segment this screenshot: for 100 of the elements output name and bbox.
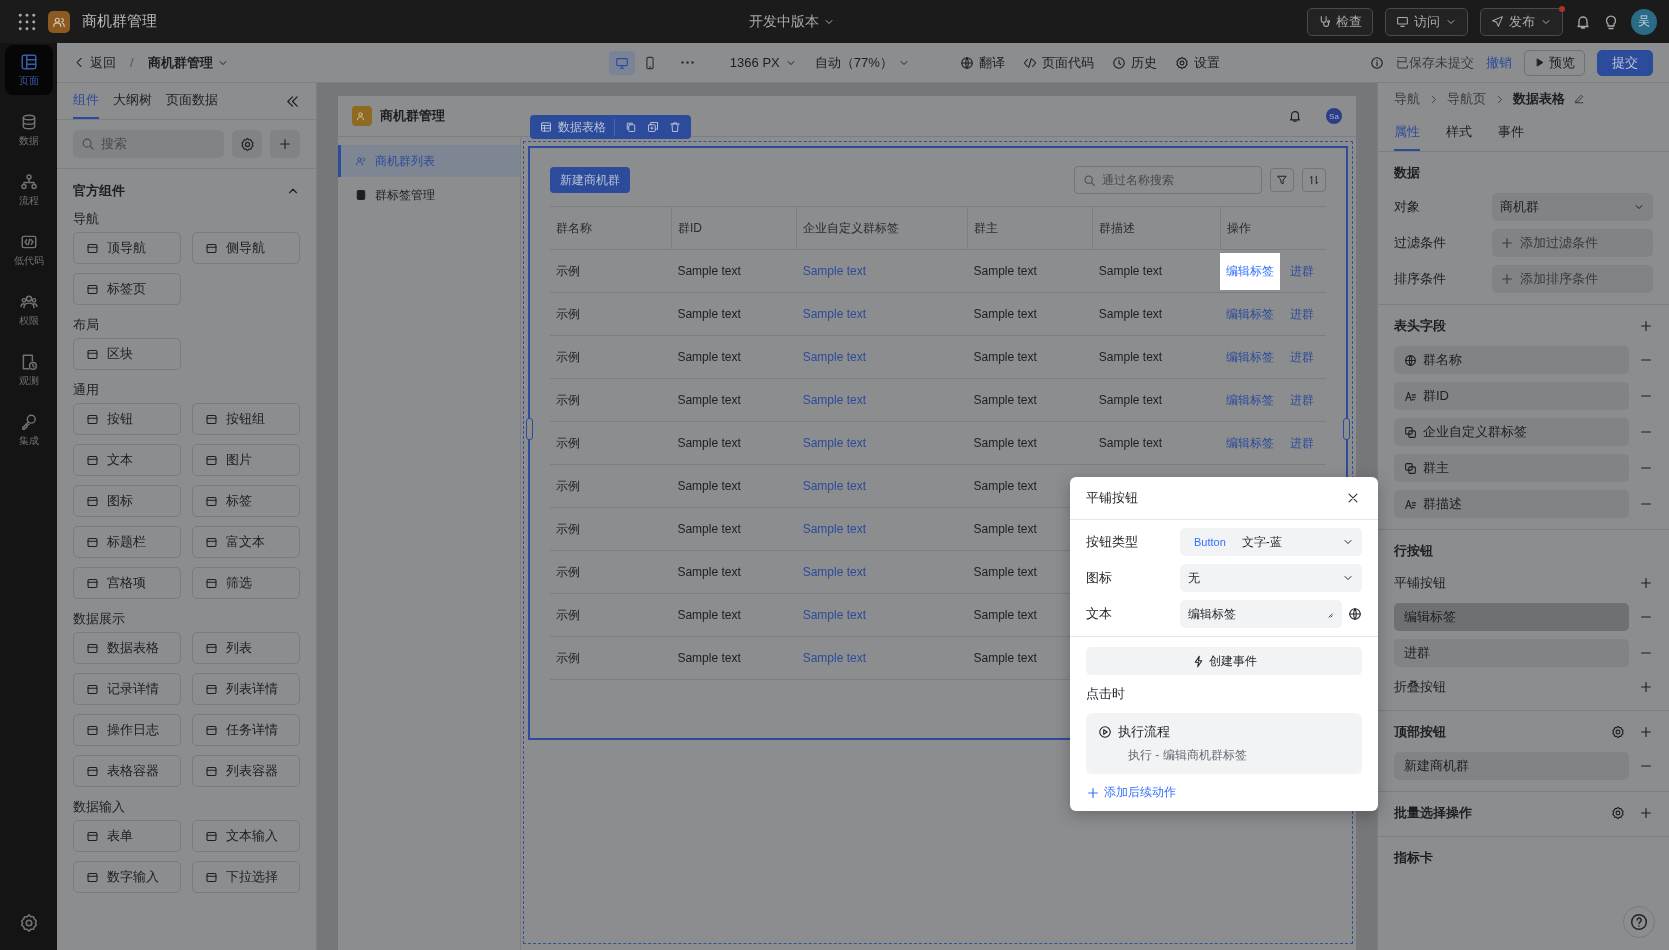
help-button[interactable] — [1623, 906, 1655, 938]
field-item[interactable]: 群描述 — [1394, 490, 1629, 518]
add-condition-button[interactable]: 添加排序条件 — [1492, 265, 1653, 293]
breadcrumb-link[interactable]: 导航页 — [1447, 90, 1486, 108]
resize-handle[interactable] — [1343, 418, 1350, 440]
create-event-button[interactable]: 创建事件 — [1086, 647, 1362, 675]
component-item[interactable]: 按钮 — [73, 403, 181, 435]
tag-link[interactable]: Sample text — [802, 522, 867, 536]
rail-item[interactable]: 观测 — [4, 345, 53, 395]
tag-link[interactable]: Sample text — [802, 651, 867, 665]
component-item[interactable]: 图片 — [192, 444, 300, 476]
row-action-link[interactable]: 编辑标签 — [1220, 381, 1280, 419]
button-item[interactable]: 进群 — [1394, 639, 1629, 667]
tag-link[interactable]: Sample text — [802, 264, 867, 278]
topbar-button[interactable]: 检查 — [1307, 7, 1373, 36]
select-field[interactable]: 无 — [1180, 564, 1362, 592]
property-tab[interactable]: 事件 — [1498, 115, 1524, 151]
component-item[interactable]: 图标 — [73, 485, 181, 517]
rail-item[interactable]: 权限 — [4, 285, 53, 335]
toolbar-action[interactable]: 翻译 — [959, 53, 1005, 72]
add-condition-button[interactable]: 添加过滤条件 — [1492, 229, 1653, 257]
component-item[interactable]: 记录详情 — [73, 673, 181, 705]
rail-item[interactable]: 流程 — [4, 165, 53, 215]
component-item[interactable]: 富文本 — [192, 526, 300, 558]
row-action-link[interactable]: 编辑标签 — [1220, 252, 1280, 290]
user-avatar[interactable]: Sa — [1326, 108, 1342, 124]
property-tab[interactable]: 样式 — [1446, 115, 1472, 151]
component-item[interactable]: 宫格项 — [73, 567, 181, 599]
component-item[interactable]: 表格容器 — [73, 755, 181, 787]
filter-button[interactable] — [1270, 168, 1294, 192]
tag-link[interactable]: Sample text — [802, 350, 867, 364]
object-select[interactable]: 商机群 — [1492, 193, 1653, 221]
component-item[interactable]: 操作日志 — [73, 714, 181, 746]
component-item[interactable]: 列表详情 — [192, 673, 300, 705]
nav-item[interactable]: 群标签管理 — [338, 179, 520, 211]
select-field[interactable]: Button 文字-蓝 — [1180, 528, 1362, 556]
page-selector[interactable]: 商机群管理 — [147, 53, 229, 72]
component-item[interactable]: 列表容器 — [192, 755, 300, 787]
property-tab[interactable]: 属性 — [1394, 115, 1420, 151]
component-item[interactable]: 标题栏 — [73, 526, 181, 558]
topbar-button[interactable]: 发布 — [1480, 7, 1563, 36]
row-action-link[interactable]: 进群 — [1284, 295, 1320, 333]
preview-button[interactable]: 预览 — [1524, 49, 1585, 76]
field-item[interactable]: 群ID — [1394, 382, 1629, 410]
tag-link[interactable]: Sample text — [802, 608, 867, 622]
component-item[interactable]: 数据表格 — [73, 632, 181, 664]
component-item[interactable]: 文本 — [73, 444, 181, 476]
row-action-link[interactable]: 编辑标签 — [1220, 424, 1280, 462]
component-item[interactable]: 筛选 — [192, 567, 300, 599]
revert-link[interactable]: 撤销 — [1486, 53, 1512, 72]
component-item[interactable]: 下拉选择 — [192, 861, 300, 893]
component-item[interactable]: 按钮组 — [192, 403, 300, 435]
user-avatar[interactable]: 吴 — [1631, 8, 1657, 35]
toolbar-action[interactable]: 页面代码 — [1022, 53, 1094, 72]
component-item[interactable]: 表单 — [73, 820, 181, 852]
tag-link[interactable]: Sample text — [802, 479, 867, 493]
component-item[interactable]: 任务详情 — [192, 714, 300, 746]
submit-button[interactable]: 提交 — [1597, 49, 1653, 76]
resize-handle[interactable] — [526, 418, 533, 440]
component-item[interactable]: 顶导航 — [73, 232, 181, 264]
topbar-button[interactable]: 访问 — [1385, 7, 1468, 36]
sort-button[interactable] — [1302, 168, 1326, 192]
add-action-link[interactable]: 添加后续动作 — [1086, 784, 1362, 801]
search-field[interactable]: 通过名称搜索 — [1074, 166, 1262, 194]
row-action-link[interactable]: 进群 — [1284, 252, 1320, 290]
rail-item[interactable]: 集成 — [4, 405, 53, 455]
field-item[interactable]: 群主 — [1394, 454, 1629, 482]
component-item[interactable]: 标签 — [192, 485, 300, 517]
button-item[interactable]: 新建商机群 — [1394, 752, 1629, 780]
component-item[interactable]: 文本输入 — [192, 820, 300, 852]
row-action-link[interactable]: 编辑标签 — [1220, 338, 1280, 376]
more-icon[interactable] — [680, 61, 694, 64]
tag-link[interactable]: Sample text — [802, 565, 867, 579]
tag-link[interactable]: Sample text — [802, 307, 867, 321]
rail-item[interactable]: 页面 — [4, 45, 53, 95]
new-group-button[interactable]: 新建商机群 — [550, 167, 630, 193]
component-item[interactable]: 区块 — [73, 338, 181, 370]
add-button[interactable] — [270, 130, 300, 158]
rail-item[interactable]: 低代码 — [4, 225, 53, 275]
component-item[interactable]: 标签页 — [73, 273, 181, 305]
row-action-link[interactable]: 编辑标签 — [1220, 295, 1280, 333]
breadcrumb-link[interactable]: 导航 — [1394, 90, 1420, 108]
text-field[interactable]: 编辑标签 — [1180, 600, 1342, 628]
component-item[interactable]: 列表 — [192, 632, 300, 664]
component-item[interactable]: 数字输入 — [73, 861, 181, 893]
rail-item[interactable]: 数据 — [4, 105, 53, 155]
button-item[interactable]: 编辑标签 — [1394, 603, 1629, 631]
tag-link[interactable]: Sample text — [802, 436, 867, 450]
tag-link[interactable]: Sample text — [802, 393, 867, 407]
field-item[interactable]: 企业自定义群标签 — [1394, 418, 1629, 446]
panel-tab[interactable]: 大纲树 — [113, 83, 152, 119]
panel-tab[interactable]: 页面数据 — [166, 83, 218, 119]
resolution-select[interactable]: 1366 PX — [729, 55, 797, 70]
toolbar-action[interactable]: 历史 — [1111, 53, 1157, 72]
toolbar-action[interactable]: 设置 — [1174, 53, 1220, 72]
action-card[interactable]: 执行流程 执行 - 编辑商机群标签 — [1086, 713, 1362, 774]
zoom-select[interactable]: 自动（77%） — [814, 53, 910, 72]
panel-tab[interactable]: 组件 — [73, 83, 99, 119]
row-action-link[interactable]: 进群 — [1284, 338, 1320, 376]
row-action-link[interactable]: 进群 — [1284, 381, 1320, 419]
